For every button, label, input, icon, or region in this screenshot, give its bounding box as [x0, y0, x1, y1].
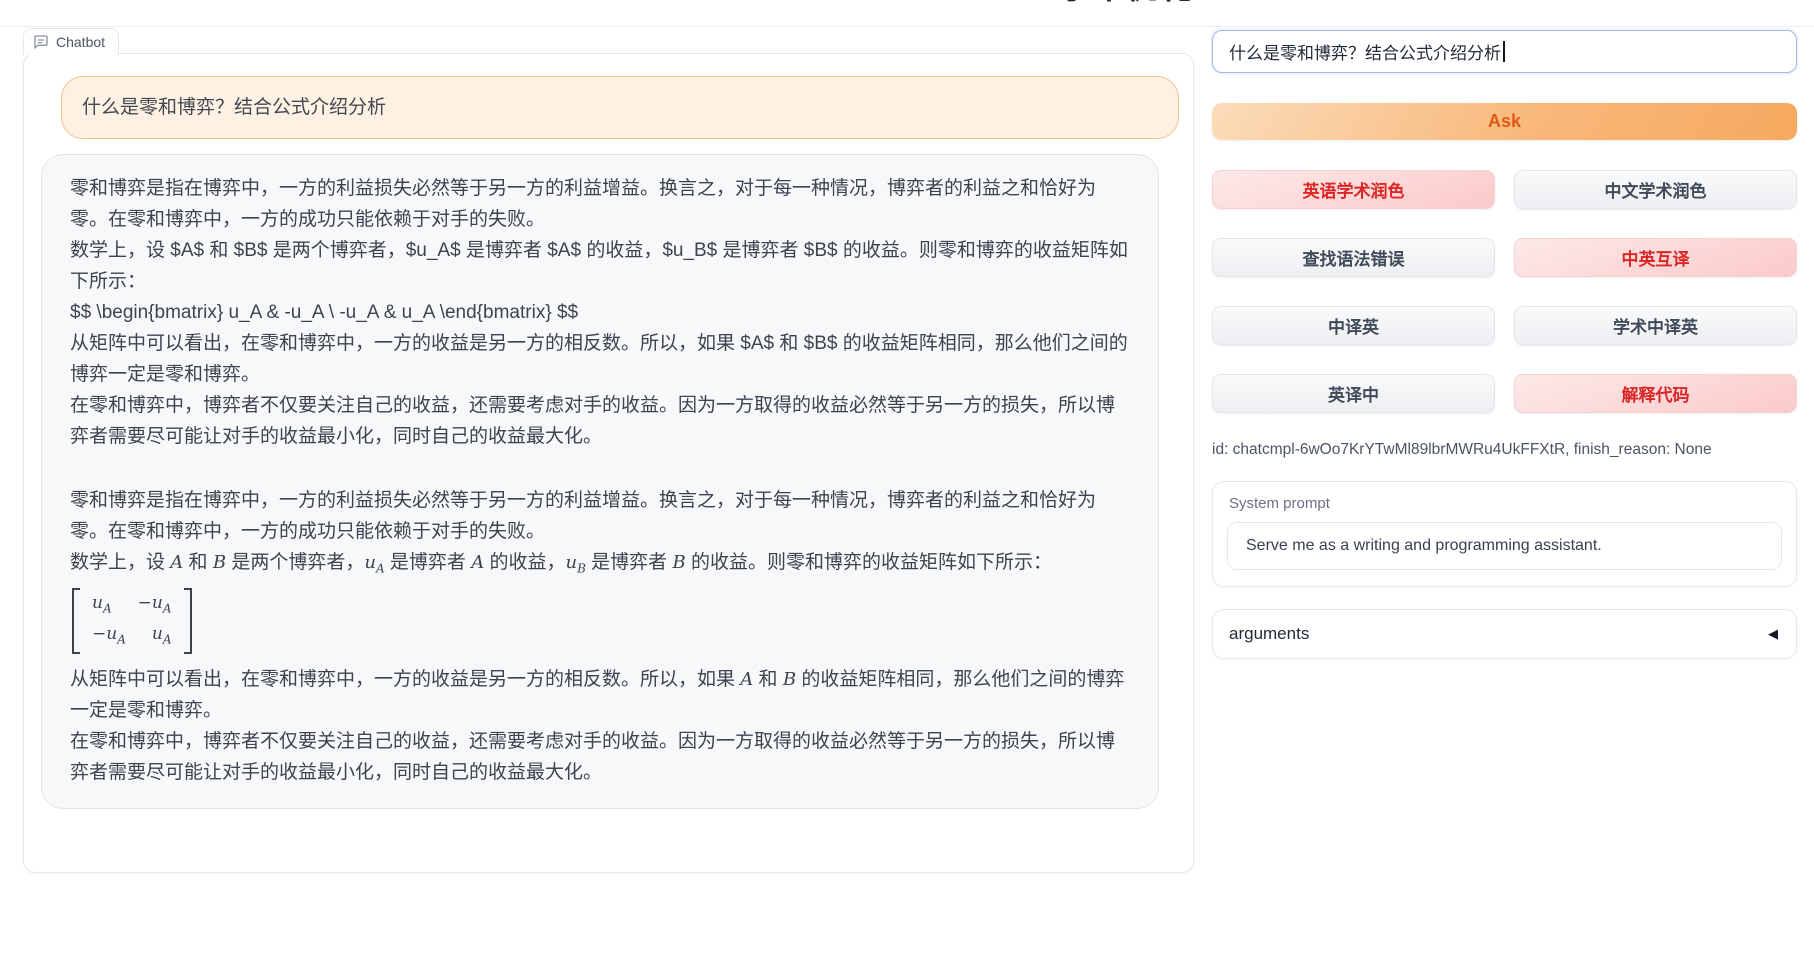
matrix-cell: −uA — [138, 590, 172, 621]
accordion-collapse-icon: ◀ — [1768, 626, 1778, 642]
bot-paragraph: 在零和博弈中，博弈者不仅要关注自己的收益，还需要考虑对手的收益。因为一方取得的收… — [70, 726, 1130, 788]
system-prompt-card: System prompt Serve me as a writing and … — [1212, 481, 1797, 587]
action-button-find-grammar[interactable]: 查找语法错误 — [1212, 238, 1495, 277]
system-prompt-value: Serve me as a writing and programming as… — [1246, 537, 1602, 554]
bot-paragraph: 零和博弈是指在博弈中，一方的利益损失必然等于另一方的利益增益。换言之，对于每一种… — [70, 485, 1130, 547]
user-message-text: 什么是零和博弈？结合公式介绍分析 — [82, 97, 386, 118]
action-button-academic-zh-en[interactable]: 学术中译英 — [1514, 306, 1797, 345]
user-message-bubble: 什么是零和博弈？结合公式介绍分析 — [61, 76, 1179, 139]
chat-bubble-icon — [33, 34, 49, 50]
matrix-cell: −uA — [92, 621, 126, 652]
system-prompt-input[interactable]: Serve me as a writing and programming as… — [1227, 522, 1782, 570]
quick-action-grid: 英语学术润色 中文学术润色 查找语法错误 中英互译 中译英 学术中译英 英译中 … — [1212, 170, 1797, 413]
arguments-accordion-label: arguments — [1229, 624, 1309, 644]
chatbot-panel: Chatbot 什么是零和博弈？结合公式介绍分析 零和博弈是指在博弈中，一方的利… — [23, 53, 1194, 873]
prompt-input[interactable]: 什么是零和博弈？结合公式介绍分析 — [1212, 30, 1797, 73]
app-window: ChatGPT 学术优化 Chatbot 什么是零和博弈？结合公式介绍分析 零和… — [0, 0, 1814, 961]
page-title: ChatGPT 学术优化 — [900, 0, 1194, 8]
chatbot-label-text: Chatbot — [56, 34, 105, 50]
action-button-en-to-zh[interactable]: 英译中 — [1212, 374, 1495, 413]
bot-paragraph: 从矩阵中可以看出，在零和博弈中，一方的收益是另一方的相反数。所以，如果 A 和 … — [70, 664, 1130, 726]
ask-button[interactable]: Ask — [1212, 103, 1797, 140]
response-status-text: id: chatcmpl-6wOo7KrYTwMl89lbrMWRu4UkFFX… — [1212, 441, 1797, 459]
arguments-accordion[interactable]: arguments ◀ — [1212, 609, 1797, 659]
payoff-matrix: uA −uA −uA uA — [72, 588, 192, 655]
control-column: 什么是零和博弈？结合公式介绍分析 Ask 英语学术润色 中文学术润色 查找语法错… — [1212, 30, 1797, 659]
text-caret — [1503, 41, 1505, 62]
system-prompt-label: System prompt — [1229, 495, 1782, 512]
action-button-explain-code[interactable]: 解释代码 — [1514, 374, 1797, 413]
action-button-english-polish[interactable]: 英语学术润色 — [1212, 170, 1495, 209]
header-divider — [0, 26, 1814, 27]
action-button-chinese-polish[interactable]: 中文学术润色 — [1514, 170, 1797, 209]
bot-rendered-markdown: 零和博弈是指在博弈中，一方的利益损失必然等于另一方的利益增益。换言之，对于每一种… — [70, 485, 1130, 788]
prompt-input-value: 什么是零和博弈？结合公式介绍分析 — [1229, 39, 1501, 64]
action-button-zh-to-en[interactable]: 中译英 — [1212, 306, 1495, 345]
bot-paragraph: 数学上，设 A 和 B 是两个博弈者，uA 是博弈者 A 的收益，uB 是博弈者… — [70, 547, 1130, 585]
matrix-cell: uA — [152, 621, 172, 652]
bot-raw-markdown: 零和博弈是指在博弈中，一方的利益损失必然等于另一方的利益增益。换言之，对于每一种… — [70, 173, 1130, 452]
matrix-cell: uA — [92, 590, 112, 621]
matrix-right-bracket — [184, 588, 192, 655]
action-button-zh-en-translate[interactable]: 中英互译 — [1514, 238, 1797, 277]
bot-message-bubble: 零和博弈是指在博弈中，一方的利益损失必然等于另一方的利益增益。换言之，对于每一种… — [41, 154, 1159, 809]
matrix-left-bracket — [72, 588, 80, 655]
chatbot-label-tab: Chatbot — [23, 28, 119, 55]
